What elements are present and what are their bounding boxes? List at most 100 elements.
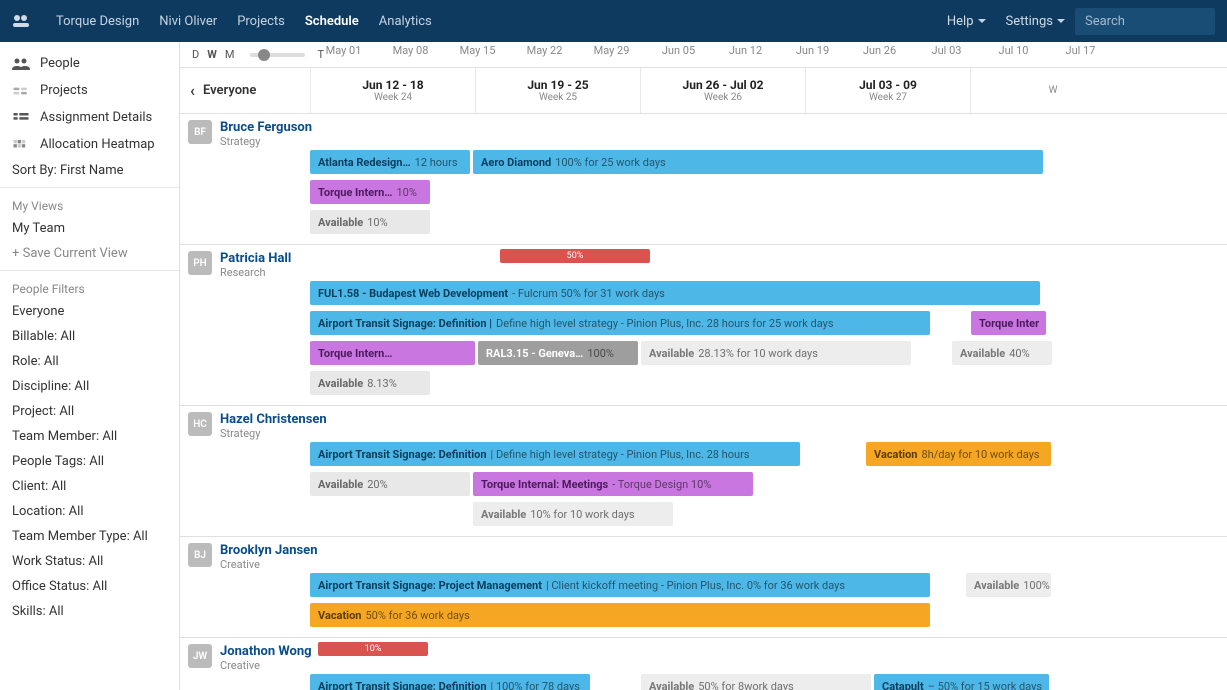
person-header: PH Patricia Hall Research (180, 245, 1227, 281)
avatar[interactable]: BJ (188, 543, 212, 567)
bar-title: Available (649, 680, 694, 690)
settings-menu[interactable]: Settings (996, 14, 1075, 29)
person-role: Strategy (220, 427, 327, 440)
week-number: Week 24 (374, 92, 412, 103)
nav-analytics[interactable]: Analytics (369, 14, 442, 29)
assignment-bar[interactable]: Available10% for 10 work days (473, 502, 673, 526)
assignment-bar[interactable]: Torque Internal: Meetings- Torque Design… (473, 472, 753, 496)
people-icon (12, 58, 30, 70)
bar-detail: 10% for 10 work days (530, 508, 634, 521)
sidebar-item-label: Assignment Details (40, 110, 152, 125)
sort-by[interactable]: Sort By: First Name (0, 158, 179, 183)
schedule-content: DWM T May 01May 08May 15May 22May 29Jun … (180, 42, 1227, 690)
assignment-bar[interactable]: FUL1.58 - Budapest Web Development- Fulc… (310, 281, 1040, 305)
filter-item[interactable]: Client: All (0, 474, 179, 499)
assignment-bar[interactable]: Available20% (310, 472, 470, 496)
my-team[interactable]: My Team (0, 216, 179, 241)
filter-item[interactable]: Team Member: All (0, 424, 179, 449)
week-range: Jul 03 - 09 (859, 78, 917, 92)
assignment-bar[interactable]: Torque Intern…10% (310, 180, 430, 204)
assignment-bar[interactable]: Airport Transit Signage: Definition| Def… (310, 442, 800, 466)
week-header[interactable]: Jun 26 - Jul 02Week 26 (640, 68, 805, 113)
avatar[interactable]: BF (188, 120, 212, 144)
back-chevron-icon[interactable]: ‹ (190, 81, 195, 100)
zoom-slider[interactable] (250, 53, 305, 57)
week-header[interactable]: Jun 12 - 18Week 24 (310, 68, 475, 113)
assignment-bar[interactable]: Catapult– 50% for 15 work days (874, 674, 1049, 690)
save-current-view[interactable]: + Save Current View (0, 241, 179, 266)
person-header: HC Hazel Christensen Strategy (180, 406, 1227, 442)
sidebar-heatmap[interactable]: Allocation Heatmap (0, 131, 179, 158)
assignment-bar[interactable]: Available50% for 8work days (641, 674, 871, 690)
filter-item[interactable]: Skills: All (0, 599, 179, 624)
bar-title: Aero Diamond (481, 156, 551, 169)
filter-item[interactable]: Discipline: All (0, 374, 179, 399)
assignment-bar[interactable]: Airport Transit Signage: Definition| 100… (310, 674, 590, 690)
bar-detail: Define high level strategy - Pinion Plus… (496, 317, 833, 330)
sidebar-details[interactable]: Assignment Details (0, 104, 179, 131)
heatmap-icon (12, 139, 30, 151)
person-name[interactable]: Patricia Hall (220, 251, 291, 266)
assignment-bar[interactable]: Airport Transit Signage: Project Managem… (310, 573, 930, 597)
assignment-bar[interactable]: Available40% (952, 341, 1052, 365)
person-name[interactable]: Hazel Christensen (220, 412, 327, 427)
filter-item[interactable]: Role: All (0, 349, 179, 374)
assignment-bars: Airport Transit Signage: Project Managem… (310, 573, 1227, 630)
nav-schedule[interactable]: Schedule (295, 14, 369, 29)
search-input[interactable] (1075, 8, 1215, 35)
filter-item[interactable]: People Tags: All (0, 449, 179, 474)
bar-detail: 10% (367, 216, 387, 229)
sidebar-folder[interactable]: Projects (0, 77, 179, 104)
avatar[interactable]: JW (188, 644, 212, 668)
week-header[interactable]: Jul 03 - 09Week 27 (805, 68, 970, 113)
help-menu[interactable]: Help (937, 14, 996, 29)
assignment-bar[interactable]: Vacation50% for 36 work days (310, 603, 930, 627)
bar-title: Available (318, 377, 363, 390)
assignment-bar[interactable]: Torque Inter (971, 311, 1046, 335)
slider-thumb[interactable] (258, 49, 270, 61)
assignment-bar[interactable]: Torque Intern… (310, 341, 475, 365)
assignment-bar[interactable]: Atlanta Redesign…12 hours (310, 150, 470, 174)
caret-down-icon (1057, 19, 1065, 23)
zoom-W[interactable]: W (207, 48, 217, 61)
assignment-bar[interactable]: Aero Diamond100% for 25 work days (473, 150, 1043, 174)
left-sidebar: PeopleProjects Assignment Details Allocati… (0, 42, 180, 690)
assignment-bar[interactable]: Available8.13% (310, 371, 430, 395)
zoom-D[interactable]: D (192, 48, 199, 61)
week-header[interactable]: Jun 19 - 25Week 25 (475, 68, 640, 113)
person-name[interactable]: Brooklyn Jansen (220, 543, 317, 558)
assignment-bar[interactable]: Available28.13% for 10 work days (641, 341, 911, 365)
timeline-months: May 01May 08May 15May 22May 29Jun 05Jun … (310, 44, 1114, 57)
nav-brand[interactable]: Torque Design (46, 14, 149, 29)
bar-detail: | 100% for 78 days (491, 680, 580, 690)
filter-item[interactable]: Work Status: All (0, 549, 179, 574)
bar-detail: 100% (1023, 579, 1050, 592)
week-header[interactable]: W (970, 68, 1135, 113)
filter-item[interactable]: Billable: All (0, 324, 179, 349)
avatar[interactable]: PH (188, 251, 212, 275)
person-name[interactable]: Jonathon Wong (220, 644, 312, 659)
filter-item[interactable]: Location: All (0, 499, 179, 524)
assignment-bar[interactable]: Airport Transit Signage: Definition |Def… (310, 311, 930, 335)
week-number: W (1049, 85, 1058, 96)
sidebar-people[interactable]: People (0, 50, 179, 77)
assignment-bar[interactable]: Available100% (966, 573, 1051, 597)
filter-item[interactable]: Team Member Type: All (0, 524, 179, 549)
filter-item[interactable]: Project: All (0, 399, 179, 424)
week-number: Week 26 (704, 92, 742, 103)
zoom-M[interactable]: M (225, 48, 235, 61)
person-name[interactable]: Bruce Ferguson (220, 120, 312, 135)
filter-item[interactable]: Office Status: All (0, 574, 179, 599)
month-label: May 22 (511, 44, 578, 57)
assignment-bar[interactable]: Available10% (310, 210, 430, 234)
assignment-bar[interactable]: Vacation8h/day for 10 work days (866, 442, 1051, 466)
nav-projects[interactable]: Projects (227, 14, 295, 29)
schedule-body[interactable]: BF Bruce Ferguson Strategy Atlanta Redes… (180, 114, 1227, 690)
app-logo-icon (12, 14, 34, 28)
bar-detail: 8h/day for 10 work days (921, 448, 1039, 461)
avatar[interactable]: HC (188, 412, 212, 436)
help-label: Help (947, 14, 974, 29)
nav-user[interactable]: Nivi Oliver (149, 14, 227, 29)
assignment-bar[interactable]: RAL3.15 - Geneva…100% (478, 341, 638, 365)
filter-item[interactable]: Everyone (0, 299, 179, 324)
